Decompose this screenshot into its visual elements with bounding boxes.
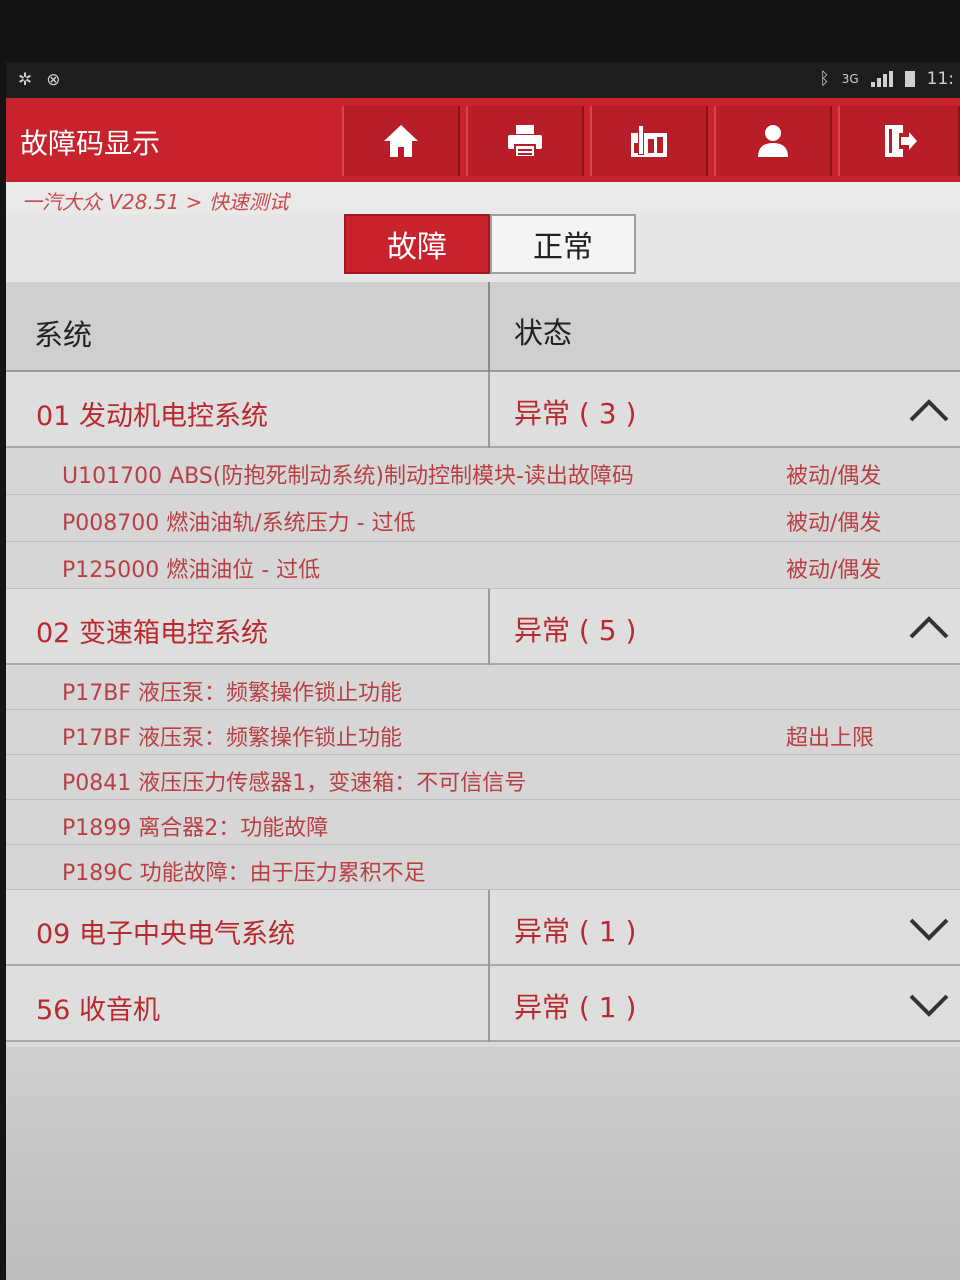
fault-code-desc: P1899 离合器2：功能故障 [62,816,329,841]
system-status: 异常 ( 1 ) [514,915,637,948]
signal-icon [870,71,893,87]
fault-code-status: 被动/偶发 [786,558,882,583]
exit-button[interactable] [838,106,960,176]
fault-code-row: P008700 燃油油轨/系统压力 - 过低 被动/偶发 [6,495,960,542]
system-name: 56 收音机 [36,995,160,1026]
system-name: 01 发动机电控系统 [36,401,268,432]
system-status: 异常 ( 3 ) [514,397,637,430]
fault-code-row: P1899 离合器2：功能故障 [6,800,960,845]
print-button[interactable] [466,106,584,176]
fault-code-desc: P0841 液压压力传感器1，变速箱：不可信信号 [62,771,527,796]
fault-code-row: P17BF 液压泵：频繁操作锁止功能 超出上限 [6,710,960,755]
page-title: 故障码显示 [20,127,161,160]
column-divider [488,966,490,1042]
device-frame: ✲ ⊗ ᛒ 3G 11: 故障码显示 一汽大众 V28.51 > 快速测试 故障… [0,0,960,1280]
system-row-02[interactable]: 02 变速箱电控系统 异常 ( 5 ) [6,589,960,665]
fault-table: 系统 状态 01 发动机电控系统 异常 ( 3 ) U101700 ABS(防抱… [6,282,960,1042]
battery-icon [904,71,915,87]
fault-code-row: P0841 液压压力传感器1，变速箱：不可信信号 [6,755,960,800]
bluetooth-icon: ᛒ [819,69,830,89]
fault-code-row: P189C 功能故障：由于压力累积不足 [6,845,960,890]
report-icon [631,125,667,157]
fault-code-desc: P189C 功能故障：由于压力累积不足 [62,861,426,886]
fault-code-desc: P17BF 液压泵：频繁操作锁止功能 [62,726,403,751]
fault-code-desc: P17BF 液压泵：频繁操作锁止功能 [62,681,403,706]
column-header-system: 系统 [34,318,93,352]
breadcrumb-bar: 一汽大众 V28.51 > 快速测试 [6,182,960,214]
tab-bar: 故障 正常 [6,214,960,282]
fault-code-row: P17BF 液压泵：频繁操作锁止功能 [6,665,960,710]
fault-code-status: 被动/偶发 [786,511,882,536]
fault-code-status: 被动/偶发 [786,464,882,489]
chevron-up-icon[interactable] [908,609,950,645]
system-row-56[interactable]: 56 收音机 异常 ( 1 ) [6,966,960,1042]
chevron-down-icon[interactable] [908,986,950,1022]
report-button[interactable] [590,106,708,176]
breadcrumb[interactable]: 一汽大众 V28.51 > 快速测试 [22,186,289,215]
system-row-09[interactable]: 09 电子中央电气系统 异常 ( 1 ) [6,890,960,966]
fault-code-desc: P008700 燃油油轨/系统压力 - 过低 [62,511,416,536]
system-status: 异常 ( 1 ) [514,991,637,1024]
user-button[interactable] [714,106,832,176]
system-status: 异常 ( 5 ) [514,614,637,647]
network-type: 3G [841,72,859,86]
fault-code-desc: P125000 燃油油位 - 过低 [62,558,321,583]
table-header: 系统 状态 [6,282,960,372]
system-name: 02 变速箱电控系统 [36,618,268,649]
column-divider [488,372,490,448]
fault-code-desc: U101700 ABS(防抱死制动系统)制动控制模块-读出故障码 [62,464,634,489]
home-icon [384,125,418,157]
column-divider [488,282,490,372]
fault-code-status: 超出上限 [786,726,875,751]
tab-normal[interactable]: 正常 [490,214,636,274]
fault-code-row: U101700 ABS(防抱死制动系统)制动控制模块-读出故障码 被动/偶发 [6,448,960,495]
system-row-01[interactable]: 01 发动机电控系统 异常 ( 3 ) [6,372,960,448]
printer-icon [508,125,542,158]
system-name: 09 电子中央电气系统 [36,919,295,950]
exit-icon [885,125,917,157]
empty-area [6,1047,960,1280]
app-header: 故障码显示 [6,98,960,182]
chevron-up-icon[interactable] [908,392,950,428]
status-bar: ✲ ⊗ ᛒ 3G 11: [6,62,960,98]
usb-icon: ⊗ [46,70,61,90]
column-divider [488,589,490,665]
home-button[interactable] [342,106,460,176]
android-debug-icon: ✲ [18,70,33,90]
column-divider [488,890,490,966]
fault-code-row: P125000 燃油油位 - 过低 被动/偶发 [6,542,960,589]
clock: 11: [926,69,954,89]
chevron-down-icon[interactable] [908,910,950,946]
user-icon [758,125,788,157]
tab-fault[interactable]: 故障 [344,214,490,274]
screen: ✲ ⊗ ᛒ 3G 11: 故障码显示 一汽大众 V28.51 > 快速测试 故障… [6,62,960,1280]
column-header-status: 状态 [514,316,573,350]
